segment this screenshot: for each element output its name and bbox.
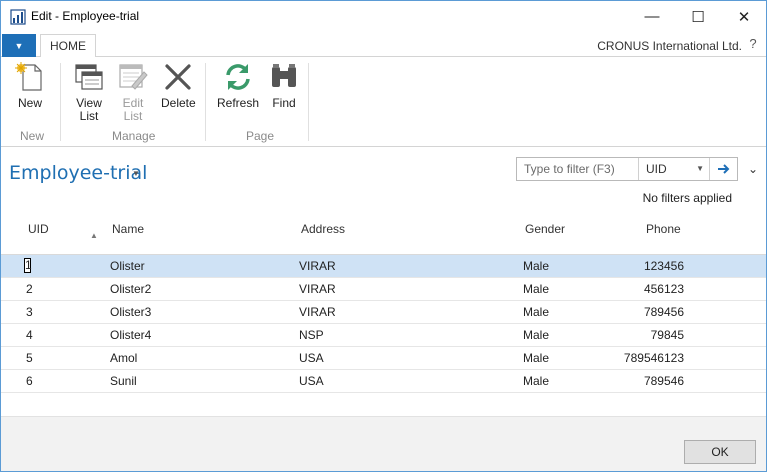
row-gender-cell[interactable]: Male	[523, 259, 549, 273]
row-gender-cell[interactable]: Male	[523, 282, 549, 296]
row-gender-cell[interactable]: Male	[523, 351, 549, 365]
row-phone-cell[interactable]: 456123	[644, 282, 684, 296]
view-list-label-2: List	[79, 109, 99, 123]
row-uid-cell[interactable]: 6	[26, 374, 33, 388]
ribbon-separator	[60, 63, 61, 141]
delete-button[interactable]: Delete	[161, 61, 196, 110]
row-address-cell[interactable]: NSP	[299, 328, 324, 342]
edit-list-label-2: List	[123, 109, 143, 123]
filter-field-value: UID	[646, 162, 667, 176]
edit-window: Edit - Employee-trial — ☐ ✕ ▼ HOME CRONU…	[0, 0, 767, 472]
row-uid-cell[interactable]: 3	[26, 305, 33, 319]
row-address-cell[interactable]: USA	[299, 351, 324, 365]
table-row[interactable]: 1 Olister VIRAR Male 123456	[1, 255, 766, 278]
company-name[interactable]: CRONUS International Ltd.	[597, 39, 742, 53]
row-phone-cell[interactable]: 789546	[644, 374, 684, 388]
ribbon-separator	[308, 63, 309, 141]
edit-list-button[interactable]: Edit List	[117, 61, 149, 123]
delete-button-label: Delete	[161, 96, 196, 110]
column-header-phone[interactable]: Phone	[646, 222, 681, 236]
minimize-button[interactable]: —	[629, 1, 675, 32]
row-name-cell[interactable]: Olister	[110, 259, 145, 273]
delete-x-icon	[165, 64, 191, 90]
row-uid-cell[interactable]: 1	[24, 258, 32, 273]
new-button-label: New	[17, 96, 42, 110]
table-header: UID Name Address Gender Phone	[1, 211, 766, 255]
row-uid-cell[interactable]: 4	[26, 328, 33, 342]
table-row[interactable]: 3 Olister3 VIRAR Male 789456	[1, 301, 766, 324]
application-menu-button[interactable]: ▼	[2, 34, 36, 57]
edit-list-icon	[119, 64, 148, 90]
column-header-gender[interactable]: Gender	[525, 222, 565, 236]
row-phone-cell[interactable]: 789456	[644, 305, 684, 319]
row-gender-cell[interactable]: Male	[523, 328, 549, 342]
row-phone-cell[interactable]: 789546123	[624, 351, 684, 365]
row-address-cell[interactable]: VIRAR	[299, 305, 336, 319]
chevron-down-icon: ▼	[696, 164, 704, 173]
row-name-cell[interactable]: Olister4	[110, 328, 151, 342]
group-label-manage: Manage	[112, 129, 156, 143]
table-row[interactable]: 5 Amol USA Male 789546123	[1, 347, 766, 370]
row-uid-cell[interactable]: 5	[26, 351, 33, 365]
row-address-cell[interactable]: VIRAR	[299, 259, 336, 273]
window-title: Edit - Employee-trial	[31, 9, 140, 23]
title-bar: Edit - Employee-trial — ☐ ✕	[1, 1, 766, 32]
row-name-cell[interactable]: Olister2	[110, 282, 151, 296]
ribbon-tab-row: ▼ HOME CRONUS International Ltd. ?	[1, 33, 766, 58]
dialog-footer: OK	[1, 416, 766, 471]
binoculars-icon	[272, 64, 296, 87]
page-title[interactable]: Employee-trial	[9, 162, 147, 184]
sort-ascending-icon[interactable]: ▲	[90, 231, 98, 240]
table-row[interactable]: 2 Olister2 VIRAR Male 456123	[1, 278, 766, 301]
maximize-button[interactable]: ☐	[675, 1, 721, 32]
new-button[interactable]: New	[14, 61, 46, 110]
column-header-name[interactable]: Name	[112, 222, 144, 236]
find-button[interactable]: Find	[268, 61, 300, 110]
collapse-filter-icon[interactable]: ⌄	[748, 162, 758, 176]
filter-field-select[interactable]: UID ▼	[640, 158, 710, 180]
tab-home[interactable]: HOME	[40, 34, 96, 58]
row-phone-cell[interactable]: 79845	[651, 328, 684, 342]
help-icon[interactable]: ?	[746, 37, 760, 51]
row-gender-cell[interactable]: Male	[523, 374, 549, 388]
row-address-cell[interactable]: USA	[299, 374, 324, 388]
column-header-address[interactable]: Address	[301, 222, 345, 236]
close-button[interactable]: ✕	[721, 1, 767, 32]
table-row[interactable]: 6 Sunil USA Male 789546	[1, 370, 766, 393]
row-name-cell[interactable]: Amol	[110, 351, 137, 365]
new-document-icon	[15, 62, 42, 91]
ribbon: New New View List Edit List Delete Manag…	[1, 57, 766, 147]
apply-filter-button[interactable]	[711, 158, 737, 180]
dynamics-nav-icon	[10, 9, 26, 25]
view-list-icon	[75, 64, 103, 90]
row-uid-cell[interactable]: 2	[26, 282, 33, 296]
refresh-icon	[226, 64, 250, 90]
filter-pane: UID ▼	[516, 157, 738, 181]
view-list-button[interactable]: View List	[73, 61, 105, 123]
row-phone-cell[interactable]: 123456	[644, 259, 684, 273]
row-name-cell[interactable]: Sunil	[110, 374, 137, 388]
row-gender-cell[interactable]: Male	[523, 305, 549, 319]
arrow-right-icon	[718, 164, 730, 174]
refresh-button[interactable]: Refresh	[217, 61, 259, 110]
column-header-uid[interactable]: UID	[28, 222, 49, 236]
filter-status: No filters applied	[642, 191, 732, 205]
group-label-page: Page	[246, 129, 275, 143]
group-label-new: New	[20, 129, 45, 143]
filter-input[interactable]	[517, 158, 639, 180]
find-button-label: Find	[272, 96, 296, 110]
table-row[interactable]: 4 Olister4 NSP Male 79845	[1, 324, 766, 347]
row-name-cell[interactable]: Olister3	[110, 305, 151, 319]
ribbon-separator	[205, 63, 206, 141]
row-address-cell[interactable]: VIRAR	[299, 282, 336, 296]
page-title-dropdown-icon[interactable]: ▼	[132, 169, 140, 178]
ok-button[interactable]: OK	[684, 440, 756, 464]
refresh-button-label: Refresh	[217, 96, 260, 110]
